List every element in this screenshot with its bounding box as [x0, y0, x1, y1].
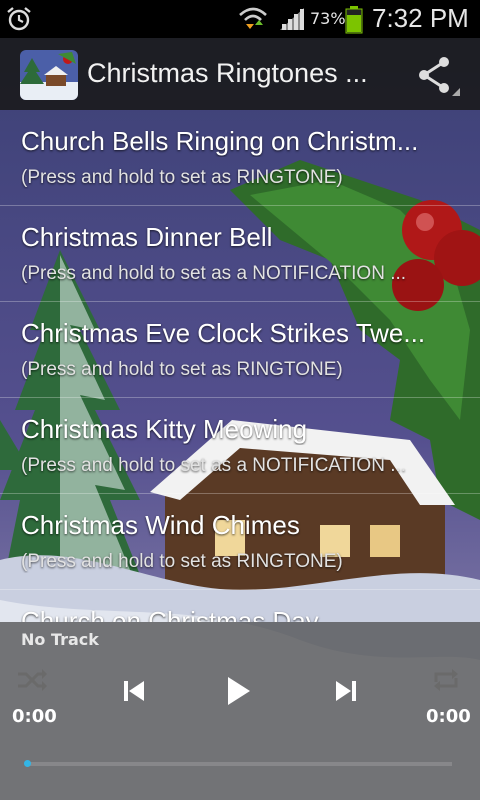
ringtone-title: Christmas Kitty Meowing: [21, 414, 308, 444]
ringtone-hint: (Press and hold to set as RINGTONE): [21, 167, 343, 188]
ringtone-hint: (Press and hold to set as RINGTONE): [21, 551, 343, 572]
play-icon[interactable]: [222, 674, 254, 708]
next-icon[interactable]: [330, 677, 360, 705]
signal-icon: [280, 8, 304, 30]
total-time: 0:00: [426, 706, 471, 727]
seek-bar[interactable]: [24, 760, 452, 767]
ringtone-title: Church on Christmas Day: [21, 606, 319, 622]
app-title: Christmas Ringtones ...: [87, 58, 368, 88]
repeat-icon[interactable]: [430, 666, 462, 694]
ringtone-hint: (Press and hold to set as a NOTIFICATION…: [21, 455, 407, 476]
ringtone-title: Christmas Eve Clock Strikes Twe...: [21, 318, 426, 348]
ringtone-list: Church Bells Ringing on Christm... (Pres…: [0, 110, 480, 622]
ringtone-item[interactable]: Church Bells Ringing on Christm... (Pres…: [0, 110, 480, 206]
battery-percent: 73%: [310, 9, 346, 28]
seek-thumb[interactable]: [24, 760, 31, 767]
ringtone-hint: (Press and hold to set as RINGTONE): [21, 359, 343, 380]
share-icon[interactable]: [412, 52, 462, 98]
battery-icon: [345, 6, 363, 34]
clock: 7:32 PM: [372, 3, 469, 33]
ringtone-item[interactable]: Christmas Kitty Meowing (Press and hold …: [0, 398, 480, 494]
status-bar: 73% 7:32 PM: [0, 0, 480, 38]
ringtone-item[interactable]: Christmas Eve Clock Strikes Twe... (Pres…: [0, 302, 480, 398]
shuffle-icon[interactable]: [16, 666, 48, 694]
alarm-icon: [7, 7, 31, 31]
wifi-icon: [239, 7, 267, 29]
ringtone-item[interactable]: Christmas Wind Chimes (Press and hold to…: [0, 494, 480, 590]
ringtone-title: Church Bells Ringing on Christm...: [21, 126, 419, 156]
ringtone-title: Christmas Dinner Bell: [21, 222, 273, 252]
previous-icon[interactable]: [120, 677, 150, 705]
ringtone-title: Christmas Wind Chimes: [21, 510, 300, 540]
elapsed-time: 0:00: [12, 706, 57, 727]
ringtone-item[interactable]: Church on Christmas Day: [0, 590, 480, 622]
action-bar: Christmas Ringtones ...: [0, 38, 480, 110]
media-player: No Track 0:00 0:00: [0, 622, 480, 800]
ringtone-hint: (Press and hold to set as a NOTIFICATION…: [21, 263, 407, 284]
ringtone-item[interactable]: Christmas Dinner Bell (Press and hold to…: [0, 206, 480, 302]
app-icon[interactable]: [20, 50, 78, 100]
track-name: No Track: [21, 630, 99, 649]
